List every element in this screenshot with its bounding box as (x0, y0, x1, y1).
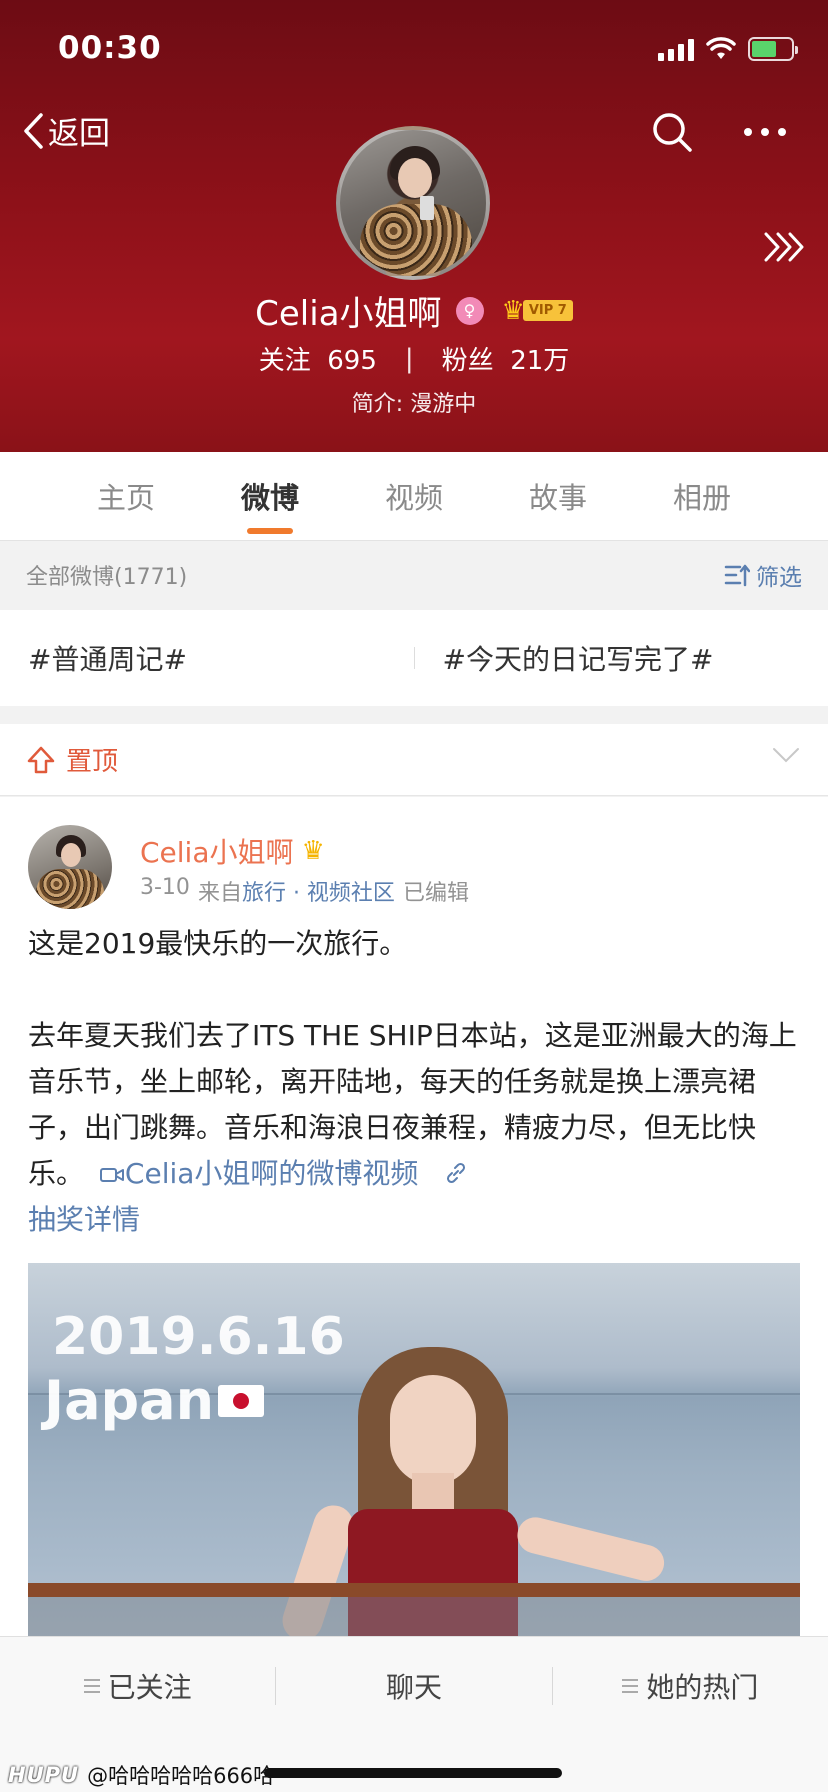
video-overlay-date: 2019.6.16 (52, 1307, 345, 1367)
her-hot-label: 她的热门 (646, 1670, 759, 1704)
post-author[interactable]: Celia小姐啊 ♛ (140, 831, 325, 871)
post-avatar[interactable] (28, 825, 112, 909)
battery-icon (748, 37, 798, 61)
wifi-icon (706, 37, 736, 59)
video-link[interactable]: Celia小姐啊的微博视频 (93, 1157, 427, 1190)
video-overlay-place-text: Japan (44, 1369, 215, 1432)
link-icon (447, 1162, 466, 1184)
more-icon[interactable] (740, 112, 790, 152)
profile-bio: 简介: 漫游中 (351, 392, 477, 417)
menu-icon (622, 1678, 639, 1693)
video-camera-icon (99, 1168, 124, 1182)
following-count: 695 (327, 346, 377, 376)
post-edited: 已编辑 (402, 881, 469, 906)
filter-label: 筛选 (756, 564, 802, 591)
following-stat[interactable]: 关注 695 (259, 340, 377, 377)
tab-album[interactable]: 相册 (630, 452, 774, 540)
bottom-action-bar: 已关注 聊天 她的热门 (0, 1636, 828, 1734)
profile-header: 00:30 返回 Celia小姐啊 ♀ ♛ VIP 7 关注 695 | 粉丝 … (0, 0, 828, 452)
topic-weekly[interactable]: #普通周记# (0, 638, 414, 678)
female-icon: ♀ (455, 296, 484, 325)
followed-button[interactable]: 已关注 (0, 1666, 275, 1706)
pinned-header[interactable]: 置顶 (0, 724, 828, 796)
status-icons (658, 34, 798, 64)
japan-flag-icon (218, 1384, 265, 1417)
watermark-user: @哈哈哈哈哈666哈 (87, 1764, 275, 1788)
post-text: 这是2019最快乐的一次旅行。 去年夏天我们去了ITS THE SHIP日本站，… (28, 921, 804, 1243)
followers-count: 21万 (510, 346, 570, 376)
back-button[interactable]: 返回 (22, 108, 110, 153)
following-label: 关注 (258, 346, 311, 376)
video-overlay-place: Japan (44, 1369, 265, 1432)
followers-label: 粉丝 (441, 346, 494, 376)
profile-name-row: Celia小姐啊 ♀ ♛ VIP 7 (0, 286, 828, 335)
profile-name: Celia小姐啊 (255, 294, 442, 334)
chat-label: 聊天 (385, 1670, 442, 1704)
topic-bar: #普通周记# #今天的日记写完了# (0, 610, 828, 706)
her-hot-button[interactable]: 她的热门 (553, 1666, 828, 1706)
topic-diary[interactable]: #今天的日记写完了# (415, 638, 828, 678)
profile-stats: 关注 695 | 粉丝 21万 (0, 340, 828, 377)
double-chevron-right-icon[interactable] (762, 230, 806, 264)
tab-home[interactable]: 主页 (54, 452, 198, 540)
tab-stories[interactable]: 故事 (486, 452, 630, 540)
chevron-down-icon[interactable] (772, 746, 800, 764)
video-thumbnail[interactable]: 2019.6.16 Japan (28, 1263, 800, 1637)
post-line-1: 这是2019最快乐的一次旅行。 (28, 927, 408, 960)
watermark: HUPU @哈哈哈哈哈666哈 (8, 1760, 274, 1790)
video-link-label: Celia小姐啊的微博视频 (124, 1157, 419, 1190)
status-time: 00:30 (58, 30, 162, 66)
filter-icon (724, 564, 750, 586)
chat-button[interactable]: 聊天 (276, 1666, 551, 1706)
pin-top-icon (27, 746, 55, 773)
profile-avatar[interactable] (336, 126, 490, 280)
vip-level: VIP 7 (522, 300, 573, 321)
followers-stat[interactable]: 粉丝 21万 (442, 340, 570, 377)
post-meta: 3-10 来自旅行 · 视频社区 已编辑 (140, 875, 469, 907)
weibo-post: Celia小姐啊 ♛ 3-10 来自旅行 · 视频社区 已编辑 这是2019最快… (0, 797, 828, 1637)
lottery-link[interactable]: 抽奖详情 (28, 1203, 140, 1236)
tab-video[interactable]: 视频 (342, 452, 486, 540)
filter-button[interactable]: 筛选 (724, 558, 802, 592)
post-date: 3-10 (140, 875, 190, 900)
chevron-left-icon (24, 112, 43, 149)
signal-icon (658, 37, 694, 61)
profile-tabs: 主页 微博 视频 故事 相册 (54, 452, 774, 540)
pinned-label: 置顶 (66, 747, 119, 777)
filter-bar: 全部微博(1771) 筛选 (0, 540, 828, 608)
stats-separator: | (404, 343, 414, 374)
post-source-prefix: 来自 (197, 881, 242, 906)
crown-icon: ♛ (501, 295, 525, 326)
search-icon[interactable] (650, 110, 694, 154)
all-weibo-count: 全部微博(1771) (26, 564, 188, 590)
menu-icon (83, 1678, 100, 1693)
vip-badge[interactable]: ♛ VIP 7 (502, 298, 573, 324)
back-label: 返回 (48, 116, 110, 152)
followed-label: 已关注 (107, 1670, 192, 1704)
watermark-brand: HUPU (8, 1763, 80, 1787)
home-indicator[interactable] (264, 1768, 562, 1778)
crown-icon: ♛ (301, 836, 325, 866)
tab-weibo[interactable]: 微博 (198, 452, 342, 540)
post-author-name: Celia小姐啊 (140, 836, 294, 869)
post-source-link[interactable]: 旅行 · 视频社区 (242, 881, 395, 906)
